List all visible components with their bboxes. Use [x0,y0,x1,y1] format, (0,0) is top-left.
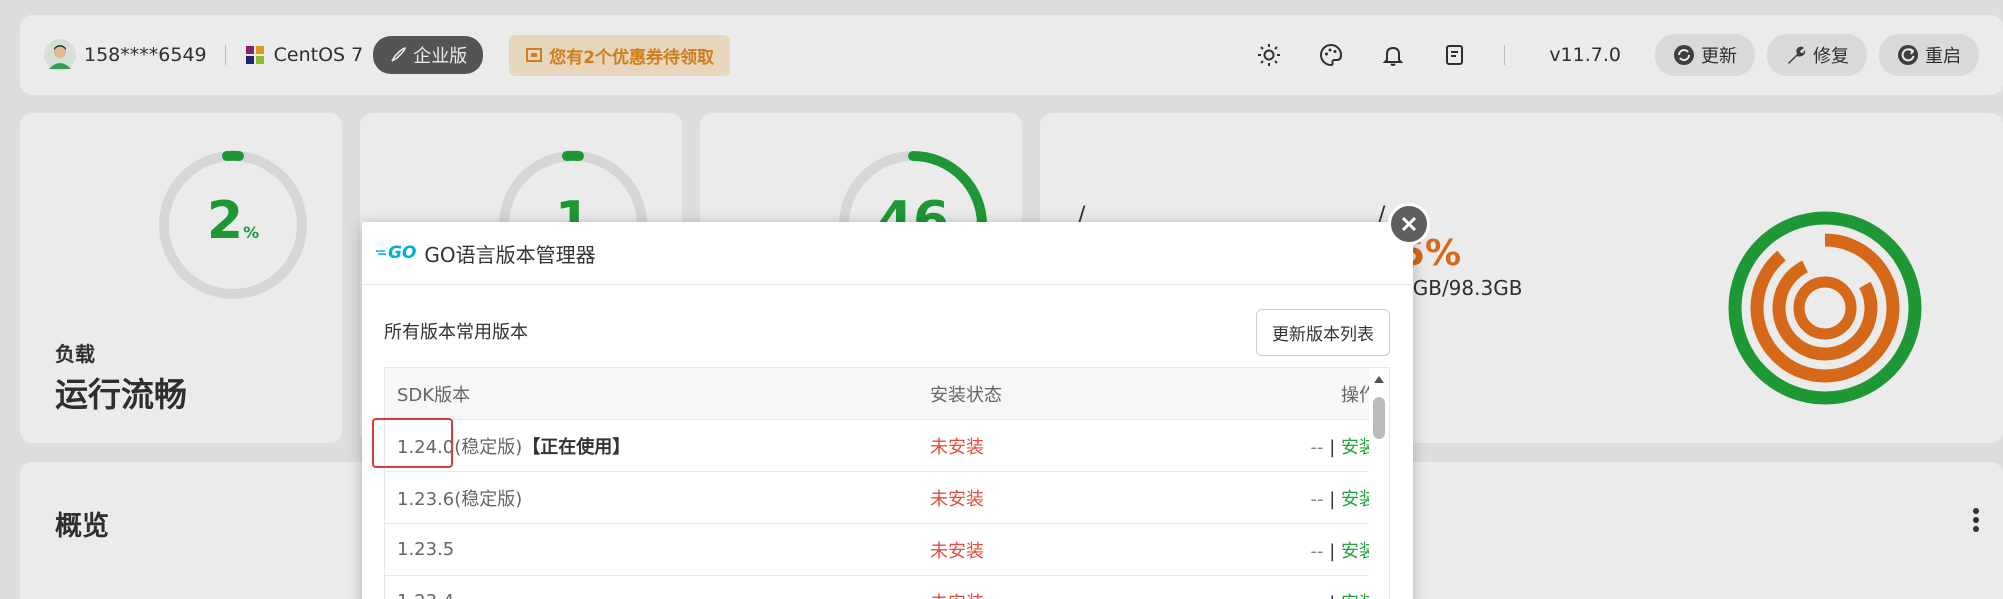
actions-cell: -- | 安装 [1230,589,1389,599]
action-placeholder: -- [1310,488,1324,510]
go-logo-text: GO [388,243,417,263]
current-use-tag: 【正在使用】 [522,436,631,458]
actions-cell: -- | 安装 [1230,433,1389,459]
action-placeholder: -- [1310,540,1324,562]
close-icon [1401,216,1417,232]
action-placeholder: -- [1310,436,1324,458]
sdk-version-cell: 1.23.4 [385,591,930,599]
col-actions: 操作 [1341,384,1377,406]
version-number: 1.23.6 [397,488,455,510]
action-separator: | [1329,436,1336,458]
table-row: 1.23.5 未安装 -- | 安装 [385,524,1389,576]
table-scrollbar[interactable] [1369,368,1389,599]
version-tag: (稳定版) [454,436,523,458]
action-separator: | [1329,540,1336,562]
version-number: 1.23.5 [397,539,455,560]
action-placeholder: -- [1310,593,1323,599]
sdk-version-cell: 1.23.6(稳定版) [385,485,930,511]
install-status: 未安装 [930,540,984,562]
actions-cell: -- | 安装 [1230,485,1389,511]
sdk-version-table: SDK版本 安装状态 操作 1.24.0(稳定版)【正在使用】 未安装 -- |… [384,367,1390,599]
go-version-manager-dialog: GO GO语言版本管理器 所有版本常用版本 更新版本列表 SDK版本 安装状态 … [362,222,1413,599]
col-install-status: 安装状态 [930,384,1002,406]
install-status: 未安装 [930,589,1230,599]
go-logo-icon: GO [376,243,416,263]
version-tabs[interactable]: 所有版本常用版本 [384,318,528,344]
sdk-version-cell: 1.24.0(稳定版)【正在使用】 [385,433,930,459]
install-status: 未安装 [930,488,984,510]
annotation-highlight-box [372,418,453,468]
actions-cell: -- | 安装 [1230,537,1389,563]
dialog-title: GO语言版本管理器 [424,242,596,267]
table-row: 1.23.6(稳定版) 未安装 -- | 安装 [385,472,1389,524]
dialog-header: GO GO语言版本管理器 [362,222,1413,285]
scroll-up-arrow-icon[interactable] [1374,376,1384,383]
table-row: 1.24.0(稳定版)【正在使用】 未安装 -- | 安装 [385,420,1389,472]
install-status: 未安装 [930,436,984,458]
action-separator: | [1329,593,1335,599]
scroll-thumb[interactable] [1373,397,1385,439]
col-sdk-version: SDK版本 [397,384,471,406]
close-dialog-button[interactable] [1388,203,1430,245]
table-row: 1.23.4 未安装 -- | 安装 [385,576,1389,599]
table-header: SDK版本 安装状态 操作 [385,368,1389,420]
action-separator: | [1329,488,1336,510]
version-tag: (稳定版) [454,488,523,510]
sdk-version-cell: 1.23.5 [385,539,930,560]
refresh-version-list-button[interactable]: 更新版本列表 [1256,309,1390,356]
version-number: 1.23.4 [397,591,454,599]
